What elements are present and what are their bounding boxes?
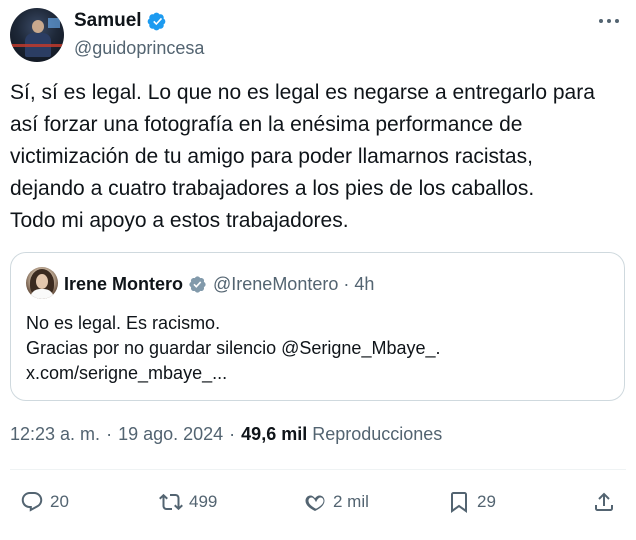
reply-button[interactable]: 20: [20, 486, 69, 518]
tweet-header: Samuel @guidoprincesa: [10, 8, 626, 62]
meta-separator: ·: [229, 424, 236, 444]
verified-gray-badge-icon: [189, 276, 206, 293]
quoted-author-avatar[interactable]: [26, 267, 58, 299]
tweet-text-line: así forzar una fotografía en la enésima …: [10, 113, 523, 136]
like-count: 2 mil: [333, 492, 369, 511]
views-count: 49,6 mil: [241, 424, 308, 444]
quoted-text-line: No es legal. Es racismo.: [26, 313, 221, 333]
action-bar: 20 499 2 mil 29: [10, 486, 626, 518]
tweet-text-line: Todo mi apoyo a estos trabajadores.: [10, 209, 349, 232]
tweet-text-line: Sí, sí es legal. Lo que no es legal es n…: [10, 81, 595, 104]
tweet-text-line: dejando a cuatro trabajadores a los pies…: [10, 177, 535, 200]
share-icon: [595, 492, 613, 511]
tweet-date[interactable]: 19 ago. 2024: [118, 424, 223, 445]
bookmark-count: 29: [477, 492, 496, 511]
views-label: Reproducciones: [312, 424, 443, 444]
quoted-separator: ·: [343, 274, 350, 294]
reply-count: 20: [50, 492, 69, 511]
quoted-link[interactable]: x.com/serigne_mbaye_...: [26, 361, 441, 386]
verified-badge-icon: [147, 12, 165, 30]
repost-button[interactable]: 499: [159, 486, 217, 518]
quoted-timestamp[interactable]: 4h: [354, 274, 374, 295]
like-button[interactable]: 2 mil: [303, 486, 369, 518]
tweet-meta: 12:23 a. m. · 19 ago. 2024 · 49,6 mil Re…: [10, 424, 442, 445]
quoted-author-handle[interactable]: @IreneMontero: [213, 274, 338, 295]
author-display-name[interactable]: Samuel: [74, 10, 142, 32]
quoted-author-name[interactable]: Irene Montero: [64, 274, 183, 295]
bookmark-icon: [451, 492, 467, 513]
tweet-text-line: victimización de tu amigo para poder lla…: [10, 145, 533, 168]
repost-count: 499: [189, 492, 218, 511]
reply-icon: [21, 492, 43, 512]
more-options-icon[interactable]: [592, 10, 626, 32]
share-button[interactable]: [592, 486, 616, 518]
tweet-text: Sí, sí es legal. Lo que no es legal es n…: [10, 77, 626, 237]
quoted-tweet-card[interactable]: Irene Montero @IreneMontero · 4h No es l…: [10, 252, 625, 401]
tweet-time[interactable]: 12:23 a. m.: [10, 424, 100, 445]
divider: [10, 469, 626, 470]
quoted-tweet-header: Irene Montero @IreneMontero · 4h: [64, 274, 374, 295]
quoted-text-line: Gracias por no guardar silencio @Serigne…: [26, 338, 441, 358]
author-avatar[interactable]: [10, 8, 64, 62]
bookmark-button[interactable]: 29: [447, 486, 496, 518]
like-icon: [305, 495, 325, 511]
repost-icon: [159, 493, 183, 511]
meta-separator: ·: [106, 424, 113, 444]
author-handle[interactable]: @guidoprincesa: [74, 38, 204, 59]
author-name-row[interactable]: Samuel: [74, 10, 167, 32]
quoted-tweet-text: No es legal. Es racismo. Gracias por no …: [26, 311, 441, 386]
